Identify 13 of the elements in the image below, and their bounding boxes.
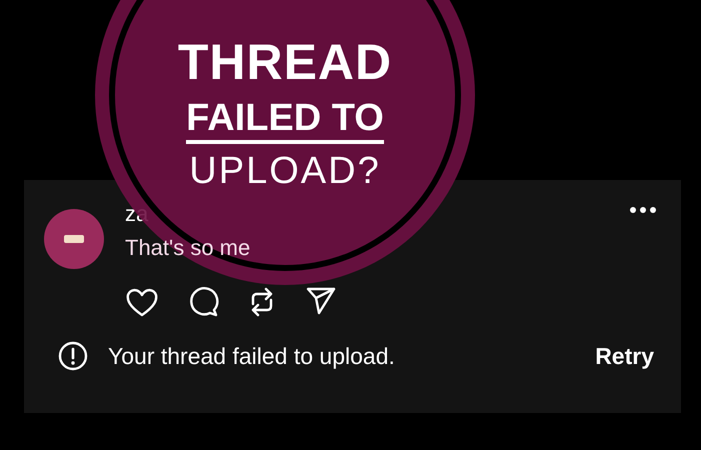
retry-button[interactable]: Retry: [595, 342, 654, 370]
alert-icon: [58, 341, 88, 371]
username: za: [125, 200, 150, 228]
title-text: UPLOAD?: [189, 152, 381, 190]
post-text: That's so me: [125, 234, 250, 262]
title-text: FAILED TO: [186, 99, 384, 144]
error-message: Your thread failed to upload.: [108, 342, 396, 370]
comment-icon[interactable]: [187, 286, 219, 318]
sticker-icon: [64, 235, 84, 243]
more-icon[interactable]: [629, 206, 657, 214]
title-text: THREAD: [178, 37, 392, 87]
heart-icon[interactable]: [125, 286, 159, 318]
send-icon[interactable]: [305, 286, 337, 316]
